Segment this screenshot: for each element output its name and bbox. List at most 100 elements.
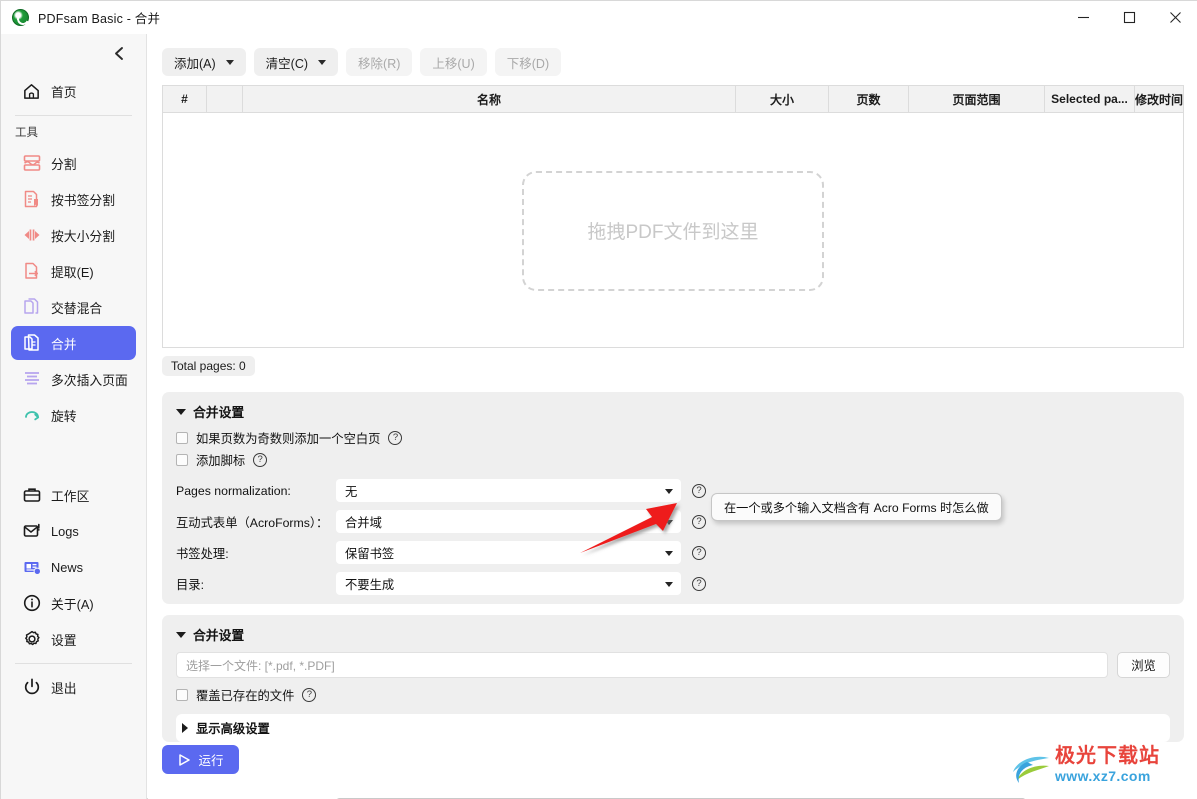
sidebar-item-logs[interactable]: Logs bbox=[11, 514, 136, 548]
chevron-left-icon[interactable] bbox=[113, 46, 126, 61]
rotate-icon bbox=[21, 405, 42, 426]
toc-select[interactable]: 不要生成 bbox=[336, 572, 681, 595]
run-button[interactable]: 运行 bbox=[162, 745, 239, 774]
chevron-down-icon bbox=[318, 59, 327, 65]
blank-page-help-icon[interactable]: ? bbox=[388, 431, 403, 445]
blank-page-label: 如果页数为奇数则添加一个空白页 bbox=[196, 432, 381, 446]
add-footer-label: 添加脚标 bbox=[196, 454, 246, 468]
sidebar-divider-top bbox=[15, 115, 132, 116]
minimize-button[interactable] bbox=[1060, 1, 1106, 34]
acroforms-select[interactable]: 合并域 bbox=[336, 510, 681, 533]
browse-button[interactable]: 浏览 bbox=[1117, 652, 1170, 678]
sidebar-item-settings[interactable]: 设置 bbox=[11, 622, 136, 656]
file-table: # 名称 大小 页数 页面范围 Selected pa... 修改时间 拖拽PD… bbox=[162, 85, 1184, 348]
sidebar-item-split-by-bookmark[interactable]: 按书签分割 bbox=[11, 182, 136, 216]
chevron-down-icon bbox=[665, 488, 673, 494]
column-header-selected-pages[interactable]: Selected pa... bbox=[1045, 86, 1135, 112]
move-up-button[interactable]: 上移(U) bbox=[420, 48, 487, 76]
bookmarks-row: 书签处理: 保留书签 ? bbox=[162, 537, 1184, 568]
add-footer-checkbox-row[interactable]: 添加脚标 ? bbox=[162, 449, 1184, 471]
sidebar-item-workspace-label: 工作区 bbox=[51, 488, 90, 504]
pdfsam-logo-icon bbox=[12, 9, 29, 26]
blank-page-checkbox-row[interactable]: 如果页数为奇数则添加一个空白页 ? bbox=[162, 427, 1184, 449]
bookmarks-help-icon[interactable]: ? bbox=[692, 545, 706, 560]
sidebar-item-alternate-mix[interactable]: 交替混合 bbox=[11, 290, 136, 324]
output-file-input[interactable]: 选择一个文件: [*.pdf, *.PDF] bbox=[176, 652, 1108, 678]
drop-zone-box[interactable]: 拖拽PDF文件到这里 bbox=[522, 170, 824, 291]
sidebar-item-insert-pages[interactable]: 多次插入页面 bbox=[11, 362, 136, 396]
add-files-button[interactable]: 添加(A) bbox=[162, 48, 246, 76]
sidebar-item-insert-pages-label: 多次插入页面 bbox=[51, 372, 128, 388]
sidebar-item-merge[interactable]: 合并 bbox=[11, 326, 136, 360]
main-content: 添加(A) 清空(C) 移除(R) 上移(U) 下移(D) # 名称 大小 页数… bbox=[148, 34, 1197, 799]
power-icon bbox=[21, 677, 42, 698]
clear-files-button[interactable]: 清空(C) bbox=[253, 48, 339, 76]
column-header-size[interactable]: 大小 bbox=[736, 86, 829, 112]
column-header-index[interactable]: # bbox=[163, 86, 207, 112]
title-bar-left: PDFsam Basic - 合并 bbox=[1, 8, 160, 27]
sidebar-item-split-by-size[interactable]: 按大小分割 bbox=[11, 218, 136, 252]
chevron-down-icon bbox=[665, 581, 673, 587]
sidebar-item-merge-label: 合并 bbox=[51, 336, 77, 352]
toc-label: 目录: bbox=[176, 577, 205, 592]
merge-settings-header[interactable]: 合并设置 bbox=[162, 392, 1184, 427]
output-settings-header[interactable]: 合并设置 bbox=[162, 615, 1184, 650]
overwrite-label: 覆盖已存在的文件 bbox=[196, 689, 295, 703]
maximize-button[interactable] bbox=[1106, 1, 1152, 34]
sidebar-item-alternate-mix-label: 交替混合 bbox=[51, 300, 103, 316]
split-by-size-icon bbox=[21, 225, 42, 246]
column-header-modified[interactable]: 修改时间 bbox=[1135, 86, 1183, 112]
column-header-name[interactable]: 名称 bbox=[243, 86, 736, 112]
acroforms-row: 互动式表单（AcroForms）： 合并域 ? bbox=[162, 506, 1184, 537]
overwrite-checkbox[interactable] bbox=[176, 689, 188, 701]
sidebar-item-extract[interactable]: 提取(E) bbox=[11, 254, 136, 288]
minimize-icon bbox=[1077, 16, 1089, 19]
advanced-settings-toggle[interactable]: 显示高级设置 bbox=[176, 714, 1170, 742]
triangle-down-icon bbox=[176, 408, 186, 415]
move-down-button[interactable]: 下移(D) bbox=[494, 48, 562, 76]
sidebar-item-rotate[interactable]: 旋转 bbox=[11, 398, 136, 432]
pages-normalization-help-icon[interactable]: ? bbox=[692, 483, 706, 498]
add-footer-help-icon[interactable]: ? bbox=[253, 453, 268, 467]
sidebar: 首页 工具 分割 按书签分割 按大小分割 提取(E) 交替混合 合并 多次插入页… bbox=[1, 34, 147, 799]
aurora-logo-icon bbox=[1013, 756, 1049, 783]
merge-settings-title: 合并设置 bbox=[193, 405, 245, 420]
maximize-icon bbox=[1123, 11, 1135, 24]
overwrite-checkbox-row[interactable]: 覆盖已存在的文件 ? bbox=[162, 684, 1184, 706]
overwrite-help-icon[interactable]: ? bbox=[302, 688, 317, 702]
logs-envelope-icon bbox=[21, 521, 42, 542]
sidebar-item-split[interactable]: 分割 bbox=[11, 146, 136, 180]
chevron-down-icon bbox=[665, 550, 673, 556]
add-files-label: 添加(A) bbox=[174, 56, 216, 71]
pages-normalization-select[interactable]: 无 bbox=[336, 479, 681, 502]
column-header-pages[interactable]: 页数 bbox=[829, 86, 909, 112]
file-drop-area[interactable]: 拖拽PDF文件到这里 bbox=[163, 113, 1183, 347]
add-footer-checkbox[interactable] bbox=[176, 454, 188, 466]
site-watermark: 极光下载站 www.xz7.com bbox=[1009, 746, 1189, 794]
remove-file-button[interactable]: 移除(R) bbox=[346, 48, 413, 76]
watermark-line1: 极光下载站 bbox=[1055, 745, 1160, 767]
sidebar-item-home-label: 首页 bbox=[51, 84, 77, 100]
sidebar-item-about[interactable]: 关于(A) bbox=[11, 586, 136, 620]
blank-page-checkbox[interactable] bbox=[176, 432, 188, 444]
pages-normalization-label: Pages normalization: bbox=[176, 483, 291, 498]
file-toolbar: 添加(A) 清空(C) 移除(R) 上移(U) 下移(D) bbox=[162, 48, 562, 76]
extract-icon bbox=[21, 261, 42, 282]
home-icon bbox=[21, 81, 42, 102]
sidebar-item-exit[interactable]: 退出 bbox=[11, 670, 136, 704]
triangle-down-icon bbox=[176, 631, 186, 638]
toc-help-icon[interactable]: ? bbox=[692, 576, 706, 591]
news-icon bbox=[21, 557, 42, 578]
sidebar-item-workspace[interactable]: 工作区 bbox=[11, 478, 136, 512]
close-button[interactable] bbox=[1152, 1, 1197, 34]
sidebar-item-split-by-bookmark-label: 按书签分割 bbox=[51, 192, 115, 208]
table-header-row: # 名称 大小 页数 页面范围 Selected pa... 修改时间 bbox=[163, 86, 1183, 113]
bookmarks-select[interactable]: 保留书签 bbox=[336, 541, 681, 564]
acroforms-help-icon[interactable]: ? bbox=[692, 514, 706, 529]
sidebar-item-home[interactable]: 首页 bbox=[11, 74, 136, 108]
column-header-page-range[interactable]: 页面范围 bbox=[909, 86, 1045, 112]
sidebar-item-news[interactable]: News bbox=[11, 550, 136, 584]
sidebar-item-exit-label: 退出 bbox=[51, 680, 77, 696]
column-header-icon[interactable] bbox=[207, 86, 243, 112]
sidebar-item-news-label: News bbox=[51, 559, 83, 575]
